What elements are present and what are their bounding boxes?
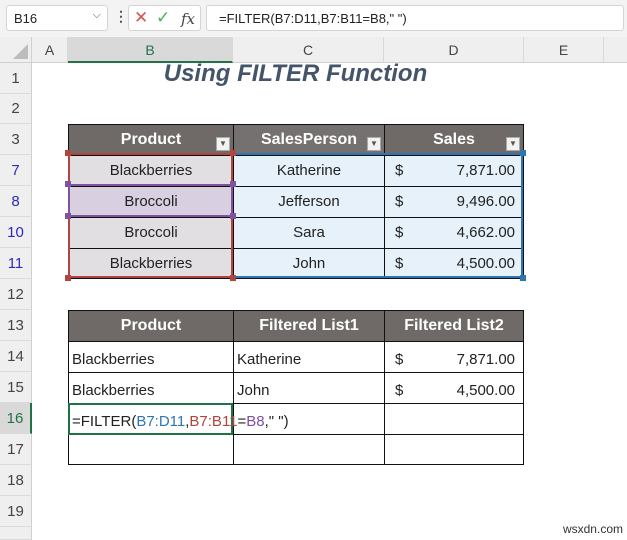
row-header[interactable]: 17	[0, 434, 32, 465]
table-cell[interactable]: Broccoli	[68, 186, 234, 218]
range-handle[interactable]	[230, 213, 236, 219]
formula-buttons: ✕ ✓ fx	[128, 5, 201, 31]
row-header[interactable]: 12	[0, 279, 32, 310]
table-cell[interactable]: $9,496.00	[384, 186, 524, 218]
row-header[interactable]: 11	[0, 248, 32, 279]
sheet-title: Using FILTER Function	[163, 60, 428, 87]
range-handle[interactable]	[230, 181, 236, 187]
table-header-salesperson[interactable]: SalesPerson ▼	[233, 124, 385, 155]
header-label: SalesPerson	[260, 131, 358, 148]
row-header[interactable]: 2	[0, 94, 32, 124]
column-header-e[interactable]: E	[524, 37, 604, 63]
table-cell[interactable]: $7,871.00	[384, 155, 524, 187]
range-handle[interactable]	[520, 275, 526, 281]
formula-ref-b7-d11: B7:D11	[136, 413, 186, 430]
table-cell[interactable]: Blackberries	[68, 155, 234, 187]
header-label: Product	[120, 131, 182, 148]
range-handle[interactable]	[230, 150, 236, 156]
dropdown-arrow-icon[interactable]: ▼	[506, 137, 520, 151]
formula-ref-b7-b11: B7:B11	[189, 413, 238, 430]
sales-value: 4,662.00	[456, 224, 515, 241]
formula-bar: B16 ⌵ ⋮ ✕ ✓ fx =FILTER(B7:D11,B7:B11=B8,…	[0, 0, 627, 37]
formula-fn: =FILTER(	[72, 413, 137, 430]
column-header-a[interactable]: A	[32, 37, 68, 63]
header-label: Sales	[433, 131, 475, 148]
currency-symbol: $	[395, 224, 404, 241]
row-header[interactable]: 16	[0, 403, 32, 434]
more-options-icon[interactable]: ⋮	[114, 8, 128, 25]
table-cell[interactable]: Sara	[233, 217, 385, 249]
enter-icon[interactable]: ✓	[156, 8, 170, 28]
sales-value: 7,871.00	[456, 162, 515, 179]
name-box[interactable]: B16 ⌵	[6, 5, 108, 31]
chevron-down-icon[interactable]: ⌵	[93, 9, 101, 22]
result-header-product: Product	[68, 310, 234, 342]
formula-eq: =	[237, 413, 247, 430]
insert-function-icon[interactable]: fx	[181, 10, 195, 28]
watermark: wsxdn.com	[562, 522, 623, 536]
table-header-sales[interactable]: Sales ▼	[384, 124, 524, 155]
range-handle[interactable]	[230, 275, 236, 281]
table-cell[interactable]: Blackberries	[68, 248, 234, 279]
table-cell[interactable]: John	[233, 372, 385, 404]
result-header-list2: Filtered List2	[384, 310, 524, 342]
table-cell[interactable]: $4,500.00	[384, 372, 524, 404]
table-cell[interactable]	[68, 434, 234, 465]
range-handle[interactable]	[520, 150, 526, 156]
formula-end: ," ")	[264, 413, 289, 430]
table-cell[interactable]: John	[233, 248, 385, 279]
row-header[interactable]: 1	[0, 63, 32, 94]
row-header[interactable]: 7	[0, 155, 32, 186]
range-handle[interactable]	[65, 275, 71, 281]
row-header[interactable]: 19	[0, 496, 32, 527]
result-header-list1: Filtered List1	[233, 310, 385, 342]
filter-active-icon[interactable]: ▼	[216, 137, 230, 151]
cell-formula-text[interactable]: =FILTER(B7:D11,B7:B11=B8," ")	[72, 413, 289, 430]
table-cell[interactable]: $4,662.00	[384, 217, 524, 249]
range-handle[interactable]	[65, 213, 71, 219]
name-box-value: B16	[14, 11, 38, 26]
sales-value: 9,496.00	[456, 193, 515, 210]
table-cell[interactable]: $7,871.00	[384, 341, 524, 373]
column-header-f[interactable]	[604, 37, 627, 63]
select-all-corner[interactable]	[0, 37, 32, 63]
table-cell[interactable]: Broccoli	[68, 217, 234, 249]
table-header-product[interactable]: Product ▼	[68, 124, 234, 155]
cancel-icon[interactable]: ✕	[134, 8, 148, 28]
row-header[interactable]: 15	[0, 372, 32, 403]
formula-ref-b8: B8	[246, 413, 265, 430]
row-header[interactable]: 3	[0, 124, 32, 155]
row-header[interactable]: 13	[0, 310, 32, 341]
table-cell[interactable]	[384, 434, 524, 465]
row-header[interactable]: 8	[0, 186, 32, 217]
table-cell[interactable]: Katherine	[233, 341, 385, 373]
dropdown-arrow-icon[interactable]: ▼	[367, 137, 381, 151]
row-header[interactable]: 10	[0, 217, 32, 248]
table-cell[interactable]: Blackberries	[68, 341, 234, 373]
table-cell[interactable]: Blackberries	[68, 372, 234, 404]
table-cell[interactable]	[384, 403, 524, 435]
row-header[interactable]: 18	[0, 465, 32, 496]
row-header[interactable]: 14	[0, 341, 32, 372]
currency-symbol: $	[395, 193, 404, 210]
sales-value: 4,500.00	[456, 255, 515, 272]
table-cell[interactable]: Jefferson	[233, 186, 385, 218]
range-handle[interactable]	[65, 150, 71, 156]
table-cell[interactable]: $4,500.00	[384, 248, 524, 279]
currency-symbol: $	[395, 162, 404, 179]
formula-input[interactable]: =FILTER(B7:D11,B7:B11=B8," ")	[206, 5, 624, 31]
range-handle[interactable]	[65, 181, 71, 187]
table-cell[interactable]: Katherine	[233, 155, 385, 187]
currency-symbol: $	[395, 255, 404, 272]
table-cell[interactable]	[233, 434, 385, 465]
row-header[interactable]	[0, 527, 32, 540]
